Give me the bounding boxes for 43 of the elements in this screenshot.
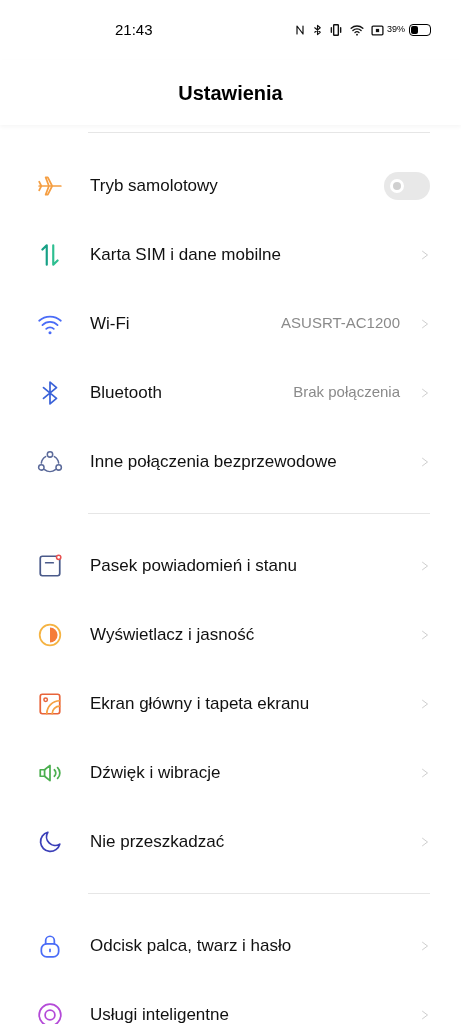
target-icon xyxy=(37,1001,63,1024)
toggle-switch[interactable] xyxy=(384,171,430,200)
settings-row[interactable]: Pasek powiadomień i stanu xyxy=(0,531,461,600)
settings-row[interactable]: Dźwięk i wibracje xyxy=(0,738,461,807)
settings-row[interactable]: Usługi inteligentne xyxy=(0,980,461,1024)
row-label: Usługi inteligentne xyxy=(90,1003,229,1024)
status-time: 21:43 xyxy=(115,19,153,40)
page-title: Ustawienia xyxy=(178,80,283,106)
bluetooth-icon xyxy=(312,23,323,37)
row-label: Tryb samolotowy xyxy=(90,174,218,197)
settings-row[interactable]: Tryb samolotowy xyxy=(0,151,461,220)
notification-panel-icon xyxy=(37,552,63,579)
row-value: Brak połączenia xyxy=(293,382,400,403)
wallpaper-icon xyxy=(37,690,63,717)
row-label: Wyświetlacz i jasność xyxy=(90,623,255,646)
moon-icon xyxy=(37,828,63,855)
settings-row[interactable]: Bluetooth Brak połączenia xyxy=(0,358,461,427)
settings-row[interactable]: Ekran główny i tapeta ekranu xyxy=(0,669,461,738)
battery-saver-icon xyxy=(371,23,384,37)
half-circle-icon xyxy=(37,621,63,648)
lock-icon xyxy=(37,932,63,959)
row-label: Nie przeszkadzać xyxy=(90,830,225,853)
settings-row[interactable]: Wyświetlacz i jasność xyxy=(0,600,461,669)
row-label: Bluetooth xyxy=(90,381,162,404)
settings-row[interactable]: Wi-Fi ASUSRT-AC1200 xyxy=(0,289,461,358)
battery-icon xyxy=(409,24,431,36)
row-label: Odcisk palca, twarz i hasło xyxy=(90,934,292,957)
settings-row[interactable]: Nie przeszkadzać xyxy=(0,807,461,876)
settings-row[interactable]: Odcisk palca, twarz i hasło xyxy=(0,911,461,980)
row-label: Karta SIM i dane mobilne xyxy=(90,243,281,266)
row-value: ASUSRT-AC1200 xyxy=(281,313,400,334)
row-label: Inne połączenia bezprzewodowe xyxy=(90,450,337,473)
battery-percent: 39% xyxy=(387,23,405,37)
row-label: Dźwięk i wibracje xyxy=(90,761,221,784)
row-label: Pasek powiadomień i stanu xyxy=(90,554,297,577)
settings-row[interactable]: Karta SIM i dane mobilne xyxy=(0,220,461,289)
nfc-icon xyxy=(294,23,306,37)
vibrate-icon xyxy=(329,23,343,37)
wifi-icon xyxy=(349,23,365,37)
row-label: Wi-Fi xyxy=(90,312,130,335)
connected-nodes-icon xyxy=(37,448,63,475)
settings-row[interactable]: Inne połączenia bezprzewodowe xyxy=(0,427,461,496)
row-label: Ekran główny i tapeta ekranu xyxy=(90,692,310,715)
